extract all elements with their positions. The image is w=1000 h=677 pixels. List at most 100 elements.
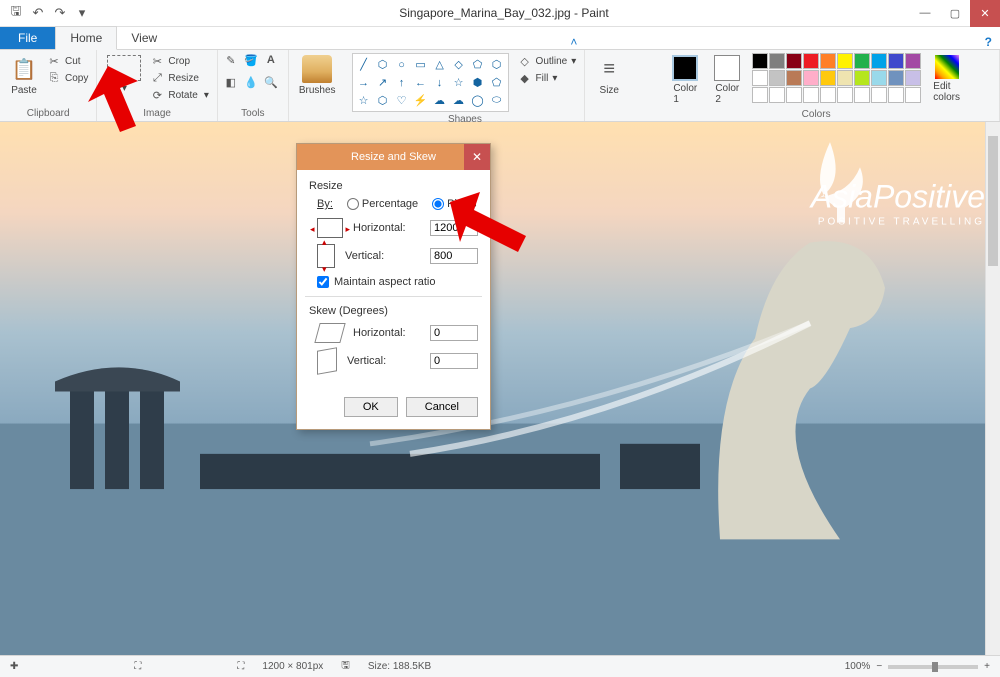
color-swatch[interactable]: [769, 70, 785, 86]
home-tab[interactable]: Home: [55, 26, 117, 50]
rotate-icon: ⟳: [150, 88, 164, 102]
color-swatch[interactable]: [820, 87, 836, 103]
annotation-arrow-resize: [68, 66, 138, 139]
maximize-button[interactable]: ▢: [940, 0, 970, 27]
dimensions-icon: ⛶: [237, 661, 244, 672]
magnifier-icon[interactable]: 🔍: [264, 75, 278, 89]
color-swatch[interactable]: [905, 87, 921, 103]
skew-vertical-input[interactable]: [430, 353, 478, 369]
color-swatch[interactable]: [752, 53, 768, 69]
zoom-out-button[interactable]: −: [876, 661, 882, 672]
view-tab[interactable]: View: [117, 27, 171, 49]
color1-label: Color 1: [673, 83, 697, 105]
color-swatch[interactable]: [888, 70, 904, 86]
brushes-button[interactable]: Brushes: [295, 53, 340, 98]
color-swatch[interactable]: [803, 87, 819, 103]
size-button[interactable]: ≡ Size: [591, 53, 627, 98]
copy-icon: ⎘: [47, 71, 61, 85]
color-swatch[interactable]: [803, 70, 819, 86]
color-swatch[interactable]: [871, 70, 887, 86]
color-swatch[interactable]: [888, 53, 904, 69]
edit-colors-button[interactable]: Edit colors: [929, 53, 964, 105]
close-button[interactable]: ✕: [970, 0, 1000, 27]
dialog-title: Resize and Skew: [351, 151, 436, 163]
color-swatch[interactable]: [752, 70, 768, 86]
color-swatch[interactable]: [854, 87, 870, 103]
resize-button[interactable]: ⤢Resize: [148, 70, 211, 86]
scrollbar-thumb[interactable]: [988, 136, 998, 266]
crop-icon: ✂: [150, 54, 164, 68]
paste-icon: 📋: [10, 55, 38, 83]
color-swatch[interactable]: [871, 53, 887, 69]
color2-label: Color 2: [715, 83, 739, 105]
color-palette: [752, 53, 921, 103]
color-swatch[interactable]: [854, 53, 870, 69]
fill-icon[interactable]: 🪣: [244, 53, 258, 67]
shapes-group: ╱⬡○▭△◇⬠⬡ →↗↑←↓☆⬢⬠ ☆⬡♡⚡☁☁◯⬭ ◇Outline▾ ◆Fi…: [346, 50, 586, 121]
color2-button[interactable]: Color 2: [710, 53, 744, 107]
color-swatch[interactable]: [786, 53, 802, 69]
color-swatch[interactable]: [769, 53, 785, 69]
percentage-radio[interactable]: Percentage: [347, 198, 418, 210]
vertical-resize-icon: [317, 244, 335, 268]
save-icon[interactable]: 🖫: [8, 5, 24, 21]
dialog-close-button[interactable]: ✕: [464, 144, 490, 170]
color1-swatch: [672, 55, 698, 81]
color2-swatch: [714, 55, 740, 81]
color-swatch[interactable]: [837, 70, 853, 86]
color1-button[interactable]: Color 1: [668, 53, 702, 107]
zoom-in-button[interactable]: +: [984, 661, 990, 672]
color-swatch[interactable]: [803, 53, 819, 69]
color-swatch[interactable]: [905, 53, 921, 69]
size-group: ≡ Size: [585, 50, 633, 121]
color-swatch[interactable]: [769, 87, 785, 103]
window-controls: — ▢ ✕: [910, 0, 1000, 27]
dimensions-value: 1200 × 801px: [262, 661, 323, 672]
color-swatch[interactable]: [871, 87, 887, 103]
edit-colors-label: Edit colors: [933, 81, 960, 103]
paste-button[interactable]: 📋 Paste: [6, 53, 42, 98]
shape-fill-button[interactable]: ◆Fill▾: [516, 70, 579, 86]
edit-colors-icon: [935, 55, 959, 79]
outline-icon: ◇: [518, 54, 532, 68]
cut-icon: ✂: [47, 54, 61, 68]
color-swatch[interactable]: [905, 70, 921, 86]
minimize-button[interactable]: —: [910, 0, 940, 27]
skew-horizontal-input[interactable]: [430, 325, 478, 341]
qat-dropdown-icon[interactable]: ▾: [74, 5, 90, 21]
shapes-gallery[interactable]: ╱⬡○▭△◇⬠⬡ →↗↑←↓☆⬢⬠ ☆⬡♡⚡☁☁◯⬭: [352, 53, 509, 112]
shape-outline-button[interactable]: ◇Outline▾: [516, 53, 579, 69]
color-swatch[interactable]: [854, 70, 870, 86]
zoom-slider[interactable]: [888, 665, 978, 669]
color-swatch[interactable]: [786, 87, 802, 103]
cancel-button[interactable]: Cancel: [406, 397, 478, 417]
rotate-button[interactable]: ⟳Rotate▾: [148, 87, 211, 103]
pencil-icon[interactable]: ✎: [224, 53, 238, 67]
ok-button[interactable]: OK: [344, 397, 398, 417]
color-swatch[interactable]: [837, 87, 853, 103]
color-swatch[interactable]: [786, 70, 802, 86]
ribbon-options-icon[interactable]: ˄: [570, 35, 577, 49]
brushes-label: Brushes: [299, 85, 336, 96]
color-swatch[interactable]: [752, 87, 768, 103]
color-swatch[interactable]: [820, 70, 836, 86]
dialog-titlebar[interactable]: Resize and Skew ✕: [297, 144, 490, 170]
maintain-aspect-checkbox[interactable]: Maintain aspect ratio: [317, 276, 478, 288]
brush-icon: [302, 55, 332, 83]
vertical-label: Vertical:: [345, 250, 422, 262]
colors-group-label: Colors: [802, 107, 831, 122]
vertical-skew-icon: [317, 347, 337, 375]
skew-section-label: Skew (Degrees): [309, 305, 478, 317]
undo-icon[interactable]: ↶: [30, 5, 46, 21]
color-swatch[interactable]: [837, 53, 853, 69]
help-icon[interactable]: ?: [985, 35, 992, 49]
vertical-scrollbar[interactable]: [985, 122, 1000, 655]
crop-button[interactable]: ✂Crop: [148, 53, 211, 69]
file-tab[interactable]: File: [0, 27, 55, 49]
color-swatch[interactable]: [888, 87, 904, 103]
redo-icon[interactable]: ↷: [52, 5, 68, 21]
picker-icon[interactable]: 💧: [244, 75, 258, 89]
text-icon[interactable]: A: [264, 53, 278, 67]
eraser-icon[interactable]: ◧: [224, 75, 238, 89]
color-swatch[interactable]: [820, 53, 836, 69]
